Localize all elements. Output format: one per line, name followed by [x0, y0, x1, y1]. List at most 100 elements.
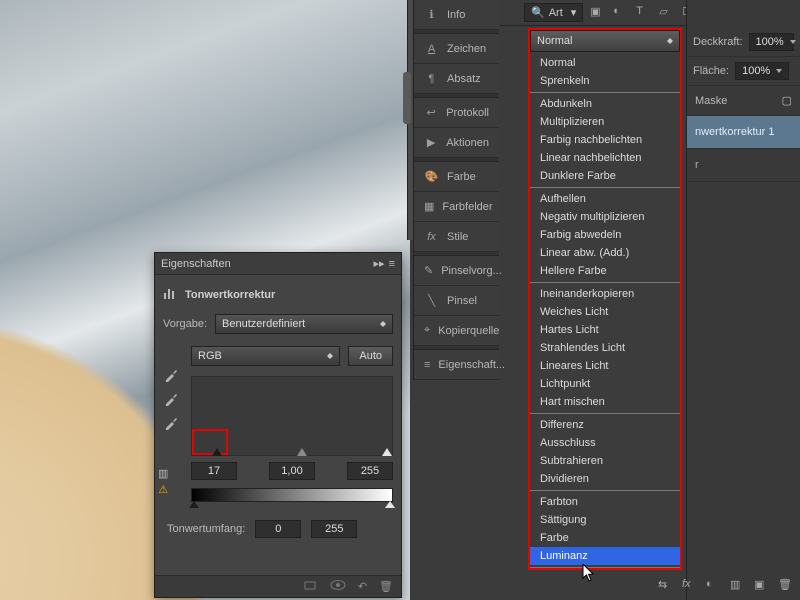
blend-option[interactable]: Farbig nachbelichten	[530, 131, 680, 149]
collapse-icon[interactable]: ▸▸	[374, 257, 385, 270]
history-icon: ↩	[424, 105, 438, 120]
shadow-input[interactable]	[191, 462, 237, 480]
histogram[interactable]	[191, 376, 393, 456]
eyedropper-black-icon[interactable]	[163, 367, 179, 383]
panel-label: Stile	[447, 231, 468, 243]
mask-label: Maske	[695, 95, 727, 107]
output-white-input[interactable]	[311, 520, 357, 538]
mask-header[interactable]: Maske▢	[687, 86, 800, 116]
blend-option[interactable]: Ausschluss	[530, 434, 680, 452]
character-icon: A	[424, 41, 439, 56]
mask-add-icon[interactable]: ◐	[706, 578, 722, 594]
highlight-slider[interactable]	[382, 448, 392, 456]
blend-option[interactable]: Normal	[530, 54, 680, 72]
midtone-input[interactable]	[269, 462, 315, 480]
chevron-down-icon	[776, 69, 782, 73]
brush-presets-icon: ✎	[424, 263, 433, 278]
blend-option[interactable]: Luminanz	[530, 547, 680, 565]
blend-option[interactable]: Lineares Licht	[530, 357, 680, 375]
fx-icon[interactable]: fx	[682, 578, 698, 594]
panel-label: Pinselvorg...	[441, 265, 502, 277]
output-gradient[interactable]	[191, 488, 393, 502]
blend-option[interactable]: Weiches Licht	[530, 303, 680, 321]
blend-option[interactable]: Lichtpunkt	[530, 375, 680, 393]
visibility-icon[interactable]	[330, 579, 346, 594]
midtone-slider[interactable]	[297, 448, 307, 456]
blend-option[interactable]: Differenz	[530, 416, 680, 434]
paragraph-icon: ¶	[424, 71, 439, 86]
panel-label: Absatz	[447, 73, 481, 85]
blend-mode-select[interactable]: Normal	[530, 30, 680, 52]
output-black-input[interactable]	[255, 520, 301, 538]
panel-item-protokoll[interactable]: ↩Protokoll	[414, 98, 499, 128]
reset-icon[interactable]: ↶	[358, 580, 367, 593]
warning-icon[interactable]: ⚠	[158, 483, 168, 496]
layer-name: nwertkorrektur 1	[695, 126, 774, 138]
filter-type-icon[interactable]: T	[636, 5, 652, 21]
link-icon[interactable]: ⇆	[658, 578, 674, 594]
layer-row[interactable]: r	[687, 149, 800, 182]
blend-option[interactable]: Multiplizieren	[530, 113, 680, 131]
blend-option[interactable]: Aufhellen	[530, 190, 680, 208]
panel-item-info[interactable]: ℹInfo	[414, 0, 499, 30]
blend-option[interactable]: Farbig abwedeln	[530, 226, 680, 244]
blend-option[interactable]: Ineinanderkopieren	[530, 285, 680, 303]
blend-option[interactable]: Dividieren	[530, 470, 680, 488]
fill-value[interactable]: 100%	[735, 62, 789, 80]
blend-option[interactable]: Linear abw. (Add.)	[530, 244, 680, 262]
blend-option[interactable]: Subtrahieren	[530, 452, 680, 470]
blend-option[interactable]: Hellere Farbe	[530, 262, 680, 280]
panel-label: Farbfelder	[442, 201, 492, 213]
shadow-slider[interactable]	[212, 448, 222, 456]
panel-label: Eigenschaft...	[438, 359, 505, 371]
blend-option[interactable]: Farbton	[530, 493, 680, 511]
trash-icon[interactable]: 🗑	[778, 578, 794, 594]
blend-option[interactable]: Linear nachbelichten	[530, 149, 680, 167]
filter-shape-icon[interactable]: ▱	[659, 5, 675, 21]
trash-icon[interactable]: 🗑	[379, 580, 393, 593]
levels-small-icon[interactable]: ▥	[158, 467, 168, 480]
blend-option[interactable]: Dunklere Farbe	[530, 167, 680, 185]
output-range-label: Tonwertumfang:	[167, 523, 245, 535]
auto-button[interactable]: Auto	[348, 346, 393, 366]
eyedropper-gray-icon[interactable]	[163, 391, 179, 407]
panel-item-farbe[interactable]: 🎨Farbe	[414, 162, 499, 192]
new-layer-icon[interactable]: ▣	[754, 578, 770, 594]
panel-dock-handle[interactable]	[403, 72, 411, 124]
channel-select[interactable]: RGB	[191, 346, 340, 366]
blend-option[interactable]: Sättigung	[530, 511, 680, 529]
eyedropper-white-icon[interactable]	[163, 415, 179, 431]
panel-item-absatz[interactable]: ¶ Absatz	[414, 64, 499, 94]
layer-filter[interactable]: 🔍Art▾	[524, 3, 583, 22]
panel-item-aktionen[interactable]: ▶Aktionen	[414, 128, 499, 158]
highlight-input[interactable]	[347, 462, 393, 480]
info-icon: ℹ	[424, 7, 439, 22]
opacity-value[interactable]: 100%	[749, 33, 794, 51]
panel-item-stile[interactable]: fx Stile	[414, 222, 499, 252]
styles-icon: fx	[424, 229, 439, 244]
panel-label: Farbe	[447, 171, 476, 183]
layer-row-active[interactable]: nwertkorrektur 1	[687, 116, 800, 149]
clip-icon[interactable]	[304, 579, 318, 594]
input-sliders[interactable]	[192, 448, 392, 456]
folder-icon[interactable]: ▥	[730, 578, 746, 594]
blend-option[interactable]: Abdunkeln	[530, 95, 680, 113]
search-icon: 🔍	[531, 6, 545, 19]
blend-option[interactable]: Negativ multiplizieren	[530, 208, 680, 226]
blend-option[interactable]: Strahlendes Licht	[530, 339, 680, 357]
panel-item-eigenschaft[interactable]: ≡Eigenschaft...	[414, 350, 499, 380]
panel-item-farbfelder[interactable]: ▦Farbfelder	[414, 192, 499, 222]
panel-item-pinselvorg[interactable]: ✎ Pinselvorg...	[414, 256, 499, 286]
filter-adjust-icon[interactable]: ◐	[613, 5, 629, 21]
panel-item-pinsel[interactable]: ╲Pinsel	[414, 286, 499, 316]
panel-menu-icon[interactable]: ≡	[389, 258, 395, 270]
blend-option[interactable]: Hart mischen	[530, 393, 680, 411]
filter-pixel-icon[interactable]: ▣	[590, 5, 606, 21]
blend-option[interactable]: Farbe	[530, 529, 680, 547]
actions-icon: ▶	[424, 135, 438, 150]
panel-item-kopierquelle[interactable]: ⌖Kopierquelle	[414, 316, 499, 346]
preset-select[interactable]: Benutzerdefiniert	[215, 314, 393, 334]
blend-option[interactable]: Sprenkeln	[530, 72, 680, 90]
blend-option[interactable]: Hartes Licht	[530, 321, 680, 339]
panel-item-zeichen[interactable]: AZeichen	[414, 34, 499, 64]
